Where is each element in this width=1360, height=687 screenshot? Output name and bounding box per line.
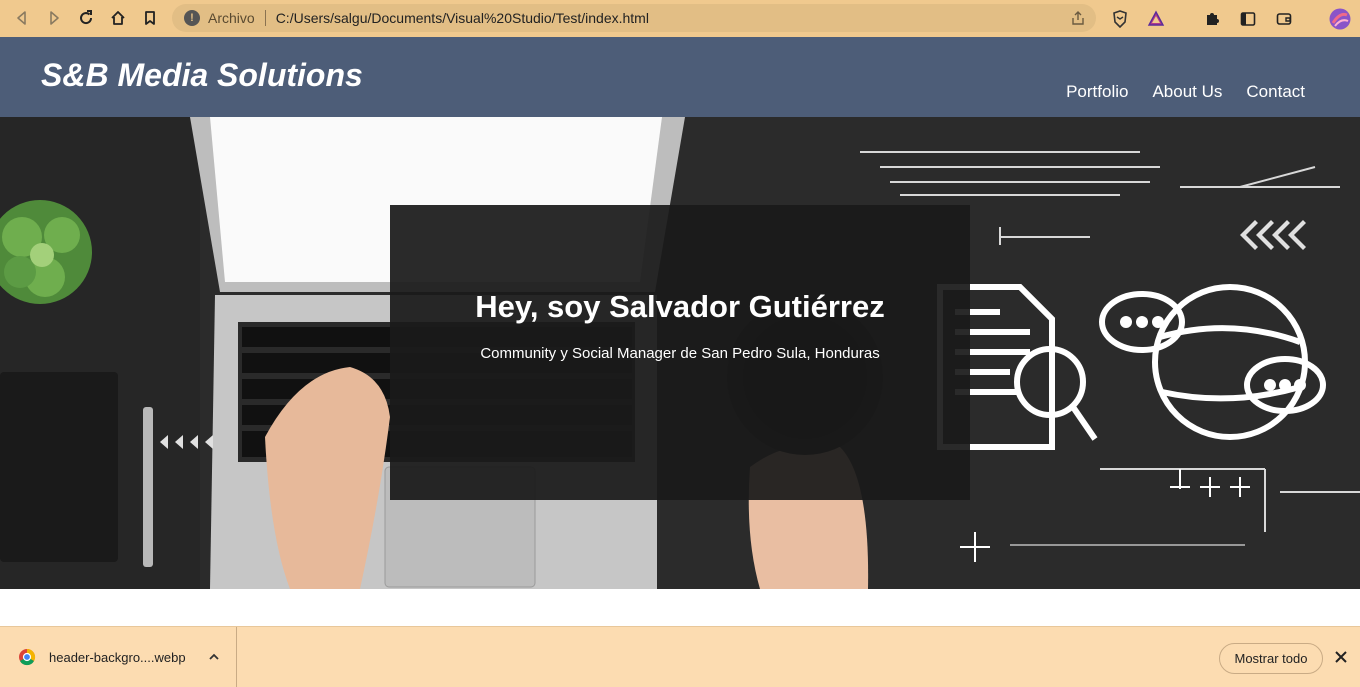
download-bar: header-backgro....webp Mostrar todo — [0, 626, 1360, 687]
url-separator — [264, 10, 266, 26]
address-bar[interactable]: ! Archivo C:/Users/salgu/Documents/Visua… — [172, 4, 1096, 32]
wallet-icon[interactable] — [1266, 0, 1302, 37]
brave-shields-icon[interactable] — [1102, 0, 1138, 37]
url-scheme-label: Archivo — [208, 10, 255, 26]
hero-section: Hey, soy Salvador Gutiérrez Community y … — [0, 117, 1360, 589]
bookmark-icon[interactable] — [134, 3, 166, 33]
sidebar-icon[interactable] — [1230, 0, 1266, 37]
file-type-icon — [19, 648, 36, 666]
site-info-icon[interactable]: ! — [184, 10, 200, 26]
show-all-button[interactable]: Mostrar todo — [1219, 643, 1323, 674]
back-icon[interactable] — [6, 3, 38, 33]
share-icon[interactable] — [1070, 10, 1086, 26]
hero-card: Hey, soy Salvador Gutiérrez Community y … — [390, 205, 970, 500]
reload-icon[interactable] — [70, 3, 102, 33]
browser-toolbar: ! Archivo C:/Users/salgu/Documents/Visua… — [0, 0, 1360, 37]
hero-title: Hey, soy Salvador Gutiérrez — [475, 289, 885, 324]
nav-link-contact[interactable]: Contact — [1246, 82, 1305, 102]
nav-link-about-us[interactable]: About Us — [1152, 82, 1222, 102]
site-brand[interactable]: S&B Media Solutions — [41, 57, 363, 94]
url-text[interactable]: C:/Users/salgu/Documents/Visual%20Studio… — [276, 10, 649, 26]
toolbar-divider-2 — [1302, 0, 1322, 37]
download-filename: header-backgro....webp — [49, 649, 186, 665]
brave-rewards-icon[interactable] — [1138, 0, 1174, 37]
chevron-up-icon[interactable] — [208, 651, 220, 663]
site-header: S&B Media Solutions Portfolio About Us C… — [0, 37, 1360, 117]
download-item[interactable]: header-backgro....webp — [0, 627, 237, 687]
close-icon[interactable] — [1334, 650, 1348, 664]
home-icon[interactable] — [102, 3, 134, 33]
forward-icon[interactable] — [38, 3, 70, 33]
extensions-icon[interactable] — [1194, 0, 1230, 37]
toolbar-divider — [1174, 0, 1194, 37]
page-body-area — [0, 589, 1360, 626]
nav-link-portfolio[interactable]: Portfolio — [1066, 82, 1128, 102]
profile-avatar-icon[interactable] — [1322, 0, 1358, 37]
hero-subtitle: Community y Social Manager de San Pedro … — [480, 345, 880, 362]
site-nav: Portfolio About Us Contact — [1066, 82, 1305, 102]
